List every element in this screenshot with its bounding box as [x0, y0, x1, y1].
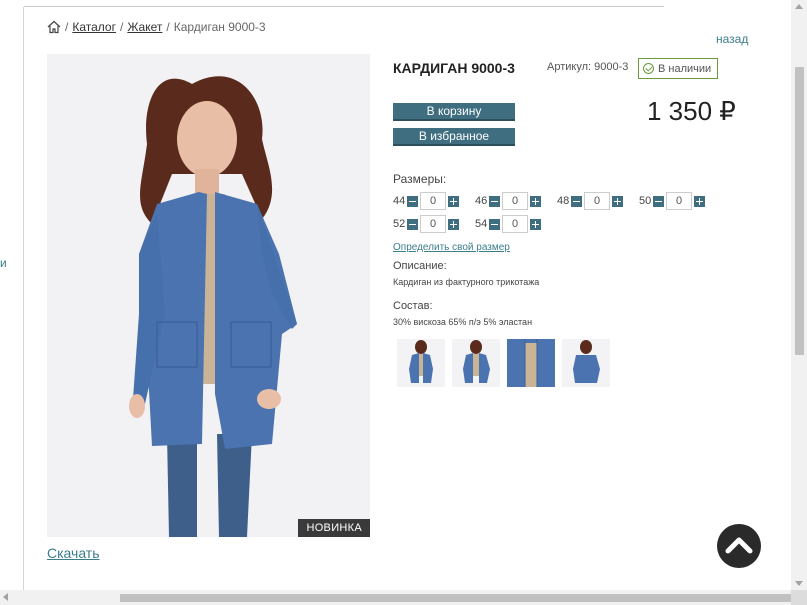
size-stepper-50: 50 — [639, 192, 705, 210]
size-label: 50 — [639, 195, 652, 207]
stock-status-label: В наличии — [658, 62, 712, 75]
plus-icon[interactable] — [612, 195, 623, 207]
minus-icon[interactable] — [407, 218, 418, 230]
size-stepper-52: 52 — [393, 215, 459, 233]
size-stepper-48: 48 — [557, 192, 623, 210]
breadcrumb-separator: / — [119, 20, 124, 34]
description-text: Кардиган из фактурного трикотажа — [393, 277, 540, 287]
scroll-to-top-button[interactable] — [717, 524, 761, 568]
scroll-up-arrow-icon[interactable] — [795, 4, 803, 9]
size-label: 44 — [393, 195, 406, 207]
minus-icon[interactable] — [489, 195, 500, 207]
back-link[interactable]: назад — [716, 32, 748, 46]
chevron-up-icon — [725, 537, 753, 554]
quantity-input[interactable] — [420, 215, 446, 233]
composition-text: 30% вискоза 65% п/э 5% эластан — [393, 317, 533, 327]
size-stepper-54: 54 — [475, 215, 541, 233]
plus-icon[interactable] — [694, 195, 705, 207]
vertical-scroll-thumb[interactable] — [795, 67, 804, 355]
product-title: КАРДИГАН 9000-3 — [393, 60, 515, 76]
minus-icon[interactable] — [571, 195, 582, 207]
breadcrumb-link-jacket[interactable]: Жакет — [127, 20, 162, 34]
sidebar-edge-text[interactable]: и — [0, 256, 7, 270]
quantity-input[interactable] — [502, 215, 528, 233]
size-finder-link[interactable]: Определить свой размер — [393, 242, 510, 253]
scroll-down-arrow-icon[interactable] — [795, 581, 803, 586]
horizontal-scrollbar[interactable] — [0, 590, 796, 605]
size-label: 52 — [393, 218, 406, 230]
size-label: 54 — [475, 218, 488, 230]
add-to-cart-button[interactable]: В корзину — [393, 103, 515, 121]
breadcrumb: / Каталог / Жакет / Кардиган 9000-3 — [47, 20, 266, 34]
vertical-scrollbar[interactable] — [791, 0, 807, 590]
quantity-input[interactable] — [502, 192, 528, 210]
left-divider — [23, 7, 24, 592]
minus-icon[interactable] — [407, 195, 418, 207]
quantity-input[interactable] — [584, 192, 610, 210]
plus-icon[interactable] — [530, 195, 541, 207]
check-circle-icon — [643, 63, 654, 74]
home-icon[interactable] — [47, 20, 61, 34]
minus-icon[interactable] — [489, 218, 500, 230]
size-stepper-44: 44 — [393, 192, 459, 210]
minus-icon[interactable] — [653, 195, 664, 207]
product-thumbnail[interactable] — [562, 339, 610, 387]
breadcrumb-separator: / — [166, 20, 170, 34]
product-photo[interactable]: НОВИНКА — [47, 54, 370, 537]
composition-label: Состав: — [393, 300, 433, 312]
stock-status-badge: В наличии — [638, 58, 719, 79]
product-article: Артикул: 9000-3 — [547, 61, 629, 73]
new-badge: НОВИНКА — [298, 519, 370, 537]
product-price: 1 350 ₽ — [647, 96, 736, 126]
quantity-input[interactable] — [666, 192, 692, 210]
size-label: 48 — [557, 195, 570, 207]
scroll-left-arrow-icon[interactable] — [3, 593, 8, 601]
top-divider — [24, 6, 664, 7]
plus-icon[interactable] — [530, 218, 541, 230]
horizontal-scroll-thumb[interactable] — [120, 594, 796, 602]
product-thumbnail[interactable] — [507, 339, 555, 387]
scrollbar-corner — [791, 590, 807, 605]
breadcrumb-current: Кардиган 9000-3 — [173, 20, 266, 34]
download-link[interactable]: Скачать — [47, 545, 100, 561]
product-thumbnail[interactable] — [397, 339, 445, 387]
plus-icon[interactable] — [448, 195, 459, 207]
description-label: Описание: — [393, 260, 447, 272]
breadcrumb-link-catalog[interactable]: Каталог — [72, 20, 116, 34]
size-stepper-46: 46 — [475, 192, 541, 210]
size-label: 46 — [475, 195, 488, 207]
product-thumbnail[interactable] — [452, 339, 500, 387]
add-to-favorites-button[interactable]: В избранное — [393, 128, 515, 146]
breadcrumb-separator: / — [65, 20, 69, 34]
plus-icon[interactable] — [448, 218, 459, 230]
quantity-input[interactable] — [420, 192, 446, 210]
sizes-label: Размеры: — [393, 172, 447, 186]
